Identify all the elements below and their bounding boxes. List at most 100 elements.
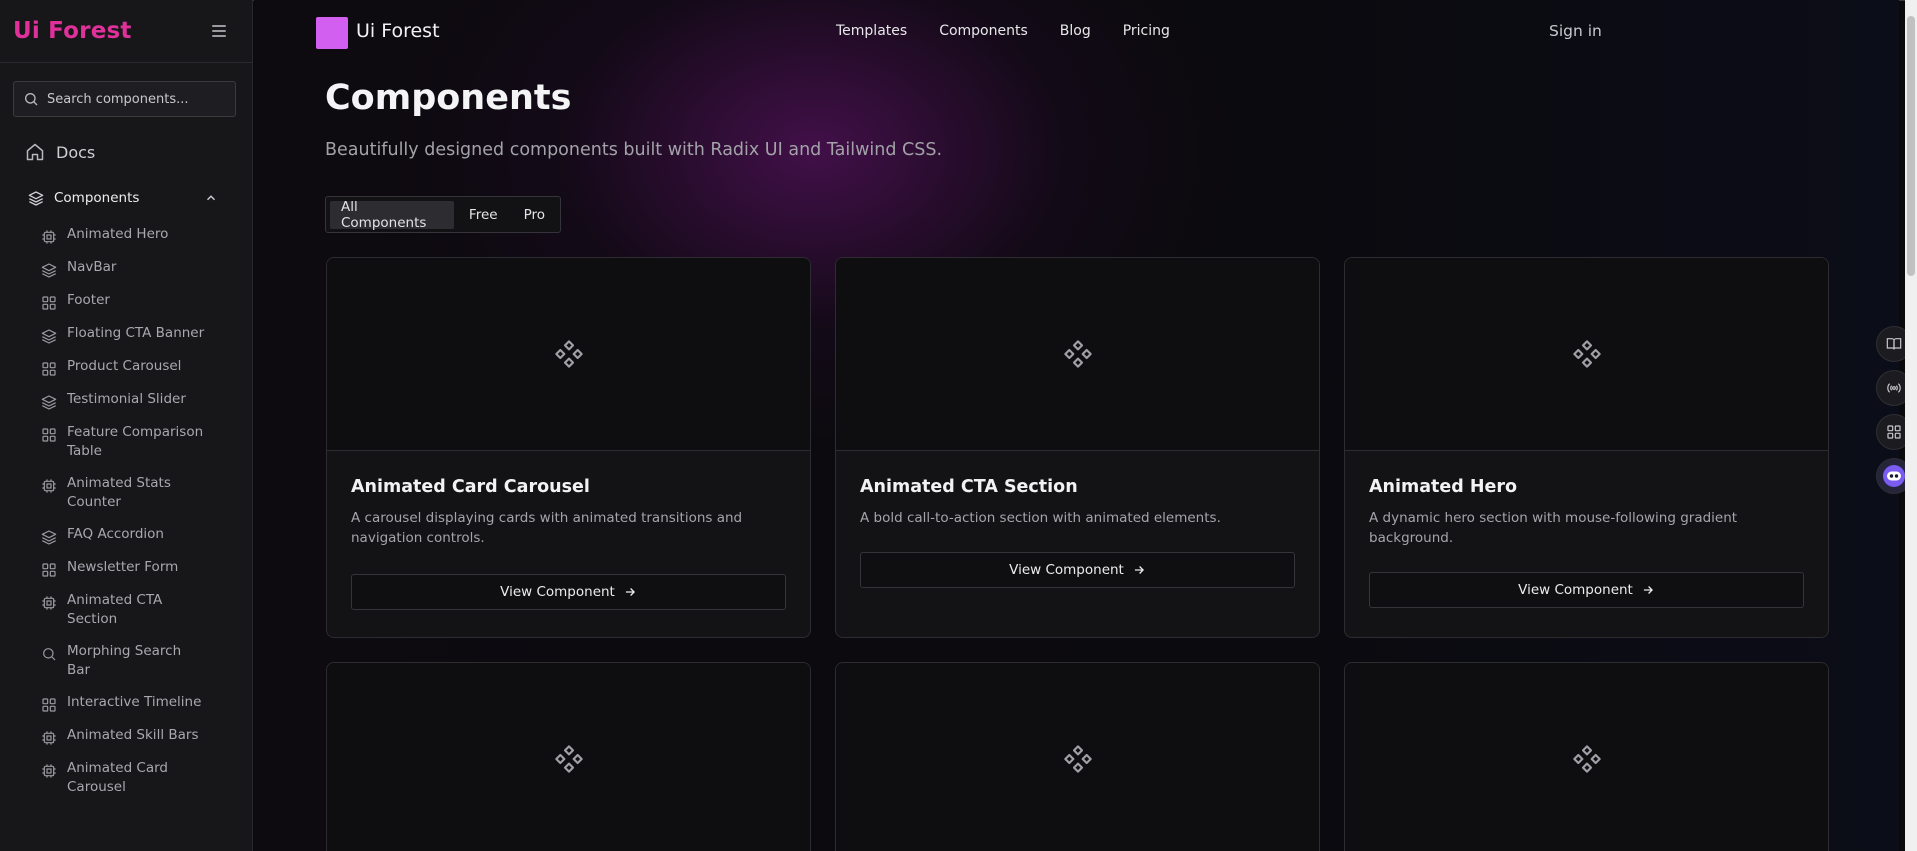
- sidebar-item-label: Testimonial Slider: [67, 391, 186, 407]
- main-content: Ui Forest Templates Components Blog Pric…: [254, 0, 1899, 851]
- logo-text[interactable]: Ui Forest: [356, 20, 440, 42]
- sidebar-item-animated-card-carousel[interactable]: Animated Card Carousel: [41, 759, 241, 797]
- grid-icon: [41, 695, 57, 713]
- sidebar-item-interactive-timeline[interactable]: Interactive Timeline: [41, 693, 241, 713]
- sidebar-header: Ui Forest: [0, 0, 252, 63]
- component-card: [835, 662, 1320, 851]
- sidebar-item-label: Animated Card Carousel: [67, 760, 169, 795]
- card-description: A bold call-to-action section with anima…: [860, 510, 1221, 526]
- filter-tabs: All Components Free Pro: [325, 196, 561, 233]
- sidebar-item-label: Animated Skill Bars: [67, 727, 199, 743]
- nav-link-templates[interactable]: Templates: [836, 23, 907, 39]
- view-component-button[interactable]: View Component: [860, 552, 1295, 588]
- sidebar: Ui Forest Docs Components Animated Hero N…: [0, 0, 253, 851]
- card-title: Animated CTA Section: [860, 477, 1078, 497]
- logo-mark[interactable]: [316, 17, 348, 49]
- nav-link-pricing[interactable]: Pricing: [1123, 23, 1170, 39]
- sidebar-item-animated-skill-bars[interactable]: Animated Skill Bars: [41, 726, 241, 746]
- arrow-right-icon: [625, 588, 635, 596]
- component-card: Animated CTA Section A bold call-to-acti…: [835, 257, 1320, 638]
- layers-icon: [41, 260, 57, 278]
- sidebar-item-label: Interactive Timeline: [67, 694, 202, 710]
- sidebar-item-animated-stats-counter[interactable]: Animated Stats Counter: [41, 474, 241, 512]
- view-component-label: View Component: [1009, 562, 1124, 578]
- view-component-label: View Component: [1518, 582, 1633, 598]
- tab-all-components[interactable]: All Components: [330, 199, 454, 231]
- cpu-icon: [41, 593, 57, 611]
- sidebar-item-morphing-search-bar[interactable]: Morphing Search Bar: [41, 642, 241, 680]
- sidebar-item-feature-comparison-table[interactable]: Feature Comparison Table: [41, 423, 241, 461]
- layers-icon: [41, 326, 57, 344]
- arrow-right-icon: [1134, 566, 1144, 574]
- card-title: Animated Hero: [1369, 477, 1518, 497]
- card-thumbnail: [327, 258, 810, 451]
- top-nav: Templates Components Blog Pricing: [836, 23, 1170, 39]
- cpu-icon: [41, 476, 57, 494]
- sidebar-item-label: FAQ Accordion: [67, 526, 164, 542]
- card-thumbnail: [1345, 258, 1828, 451]
- card-thumbnail: [836, 258, 1319, 451]
- sidebar-section-components[interactable]: Components: [28, 186, 218, 210]
- home-icon: [26, 143, 44, 161]
- sidebar-item-testimonial-slider[interactable]: Testimonial Slider: [41, 390, 241, 410]
- sidebar-item-product-carousel[interactable]: Product Carousel: [41, 357, 241, 377]
- page-title: Components: [325, 78, 572, 118]
- sidebar-item-newsletter-form[interactable]: Newsletter Form: [41, 558, 241, 578]
- scrollbar-thumb[interactable]: [1907, 16, 1915, 276]
- layers-icon: [28, 191, 44, 206]
- page-subtitle: Beautifully designed components built wi…: [325, 140, 943, 160]
- nav-link-components[interactable]: Components: [939, 23, 1028, 39]
- view-component-button[interactable]: View Component: [351, 574, 786, 610]
- view-component-button[interactable]: View Component: [1369, 572, 1804, 608]
- sidebar-brand[interactable]: Ui Forest: [13, 18, 132, 44]
- sidebar-item-label: Floating CTA Banner: [67, 325, 205, 341]
- sign-in-link[interactable]: Sign in: [1549, 22, 1602, 40]
- grid-icon: [41, 425, 57, 443]
- grid-icon: [41, 560, 57, 578]
- menu-icon[interactable]: [212, 25, 226, 37]
- tab-free[interactable]: Free: [458, 201, 509, 229]
- component-icon: [1063, 340, 1092, 368]
- layers-icon: [41, 392, 57, 410]
- search-box[interactable]: [13, 81, 236, 117]
- sidebar-item-label: Docs: [56, 142, 96, 162]
- sidebar-item-footer[interactable]: Footer: [41, 291, 241, 311]
- arrow-right-icon: [1643, 586, 1653, 594]
- tab-pro[interactable]: Pro: [513, 201, 556, 229]
- sidebar-item-faq-accordion[interactable]: FAQ Accordion: [41, 525, 241, 545]
- component-icon: [1572, 745, 1601, 773]
- search-input[interactable]: [47, 91, 227, 107]
- component-icon: [1572, 340, 1601, 368]
- sidebar-item-animated-cta-section[interactable]: Animated CTA Section: [41, 591, 241, 629]
- sidebar-item-label: NavBar: [67, 259, 117, 275]
- component-card: [326, 662, 811, 851]
- card-description: A dynamic hero section with mouse-follow…: [1369, 510, 1738, 546]
- top-navbar: Ui Forest Templates Components Blog Pric…: [254, 15, 1899, 51]
- sidebar-item-label: Feature Comparison Table: [67, 424, 204, 459]
- cpu-icon: [41, 227, 57, 245]
- grid-icon: [41, 359, 57, 377]
- sidebar-item-animated-hero[interactable]: Animated Hero: [41, 225, 241, 245]
- nav-link-blog[interactable]: Blog: [1060, 23, 1091, 39]
- cpu-icon: [41, 761, 57, 779]
- card-title: Animated Card Carousel: [351, 477, 590, 497]
- sidebar-item-navbar[interactable]: NavBar: [41, 258, 241, 278]
- sidebar-item-label: Product Carousel: [67, 358, 182, 374]
- page-scrollbar[interactable]: [1905, 0, 1917, 851]
- sidebar-item-docs[interactable]: Docs: [25, 138, 95, 166]
- card-thumbnail: [836, 663, 1319, 851]
- component-icon: [554, 745, 583, 773]
- chevron-up-icon[interactable]: [204, 191, 218, 205]
- component-icon: [1063, 745, 1092, 773]
- search-icon: [41, 644, 57, 662]
- grid-icon: [41, 293, 57, 311]
- component-icon: [554, 340, 583, 368]
- search-icon: [25, 93, 38, 106]
- card-thumbnail: [1345, 663, 1828, 851]
- sidebar-item-floating-cta-banner[interactable]: Floating CTA Banner: [41, 324, 241, 344]
- view-component-label: View Component: [500, 584, 615, 600]
- sidebar-item-label: Animated Stats Counter: [67, 475, 171, 510]
- sidebar-item-label: Morphing Search Bar: [67, 643, 182, 678]
- card-description: A carousel displaying cards with animate…: [351, 510, 743, 546]
- sidebar-item-label: Footer: [67, 292, 110, 308]
